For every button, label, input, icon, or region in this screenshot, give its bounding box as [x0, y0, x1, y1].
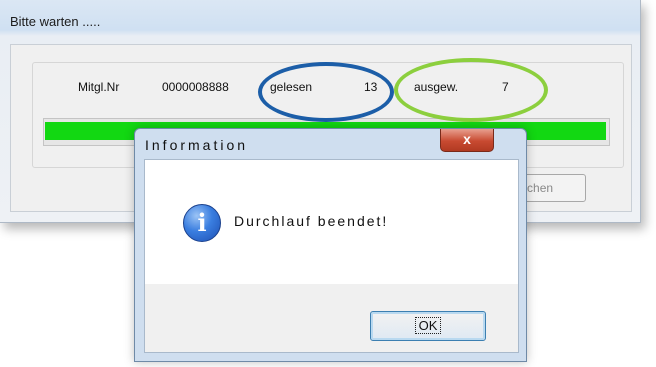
- close-button[interactable]: x: [440, 129, 494, 152]
- ok-button[interactable]: OK: [370, 311, 486, 341]
- highlight-circle-blue: [258, 62, 394, 122]
- highlight-circle-green: [394, 58, 548, 122]
- dialog-body: i Durchlauf beendet!: [144, 159, 519, 285]
- dialog-message: Durchlauf beendet!: [234, 213, 389, 229]
- ok-button-label: OK: [414, 317, 442, 334]
- window-title: Bitte warten .....: [10, 14, 101, 29]
- information-dialog: Information x i Durchlauf beendet! OK: [134, 128, 527, 362]
- close-icon: x: [463, 131, 471, 147]
- mitglnr-value: 0000008888: [162, 80, 229, 94]
- dialog-footer: OK: [144, 284, 519, 353]
- dialog-title: Information: [145, 137, 249, 153]
- info-icon: i: [183, 204, 221, 242]
- mitglnr-label: Mitgl.Nr: [78, 80, 120, 94]
